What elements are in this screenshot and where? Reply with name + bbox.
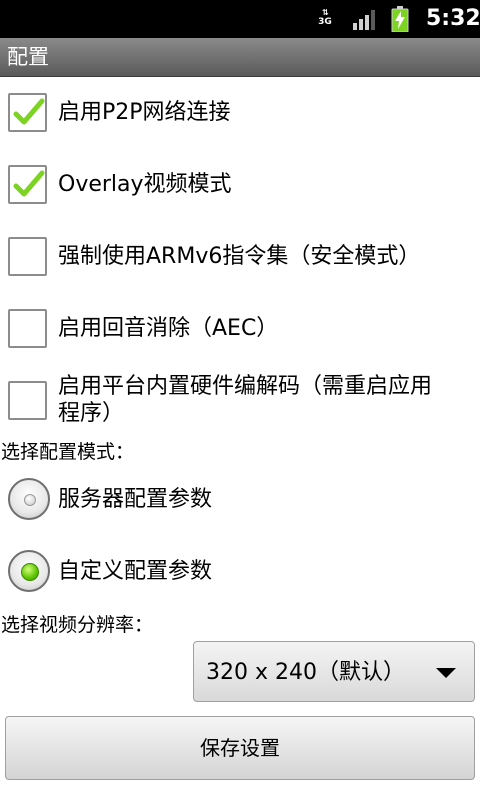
resolution-dropdown[interactable]: 320 x 240（默认）: [193, 641, 475, 702]
resolution-label: 选择视频分辨率：: [1, 614, 154, 636]
status-bar: ⇅ 3G 5:32: [0, 0, 480, 38]
network-3g-indicator: ⇅ 3G: [316, 8, 334, 30]
data-arrows-icon: ⇅: [322, 8, 329, 17]
checkbox-row-hw-codec[interactable]: 启用平台内置硬件编解码（需重启应用 程序）: [0, 366, 480, 436]
radio-server-config[interactable]: [8, 478, 50, 520]
page-title: 配置: [7, 45, 49, 69]
clock-time: 5:32: [426, 6, 480, 31]
battery-charging-icon: [391, 6, 409, 32]
radio-row-server-config[interactable]: 服务器配置参数: [0, 466, 480, 538]
checkbox-aec[interactable]: [8, 309, 47, 348]
save-settings-button[interactable]: 保存设置: [5, 716, 475, 780]
radio-selected-dot-icon: [21, 563, 39, 581]
checkbox-row-armv6[interactable]: 强制使用ARMv6指令集（安全模式）: [0, 222, 480, 292]
checkbox-row-aec[interactable]: 启用回音消除（AEC）: [0, 294, 480, 364]
network-type-label: 3G: [318, 17, 332, 27]
checkbox-row-p2p[interactable]: 启用P2P网络连接: [0, 78, 480, 148]
radio-label-custom-config: 自定义配置参数: [58, 559, 213, 584]
radio-row-custom-config[interactable]: 自定义配置参数: [0, 538, 480, 610]
checkbox-label-hw-codec-line1: 启用平台内置硬件编解码（需重启应用: [58, 374, 433, 399]
checkbox-label-p2p: 启用P2P网络连接: [58, 100, 231, 125]
resolution-selected-value: 320 x 240（默认）: [206, 660, 405, 685]
checkmark-icon: [13, 170, 45, 197]
signal-bars-icon: [353, 10, 375, 30]
checkbox-hw-codec[interactable]: [8, 381, 47, 420]
radio-custom-config[interactable]: [8, 550, 50, 592]
checkbox-overlay[interactable]: [8, 165, 47, 204]
checkbox-label-aec: 启用回音消除（AEC）: [58, 316, 279, 341]
radio-label-server-config: 服务器配置参数: [58, 487, 213, 512]
title-bar: 配置: [0, 38, 480, 77]
checkbox-row-overlay[interactable]: Overlay视频模式: [0, 150, 480, 220]
checkbox-p2p[interactable]: [8, 93, 47, 132]
checkbox-label-overlay: Overlay视频模式: [58, 172, 232, 197]
checkbox-label-armv6: 强制使用ARMv6指令集（安全模式）: [58, 244, 421, 269]
config-mode-label: 选择配置模式：: [1, 441, 135, 463]
checkmark-icon: [13, 98, 45, 125]
dropdown-arrow-icon: [436, 668, 456, 678]
checkbox-label-hw-codec-line2: 程序）: [58, 401, 125, 426]
radio-dot-icon: [24, 494, 36, 506]
checkbox-armv6[interactable]: [8, 237, 47, 276]
